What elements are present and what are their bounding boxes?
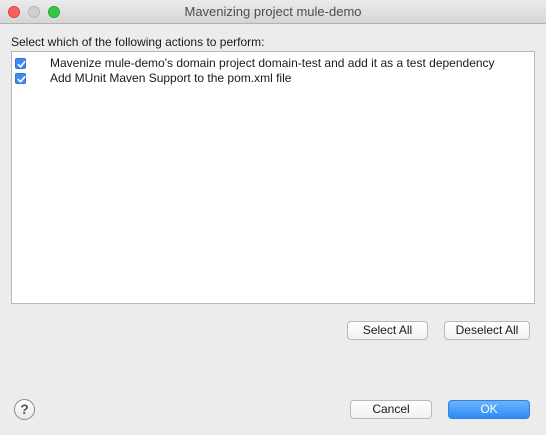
select-all-button[interactable]: Select All <box>347 321 428 340</box>
actions-list: Mavenize mule-demo's domain project doma… <box>11 51 535 304</box>
ok-button[interactable]: OK <box>448 400 530 419</box>
list-item-label: Add MUnit Maven Support to the pom.xml f… <box>50 71 292 85</box>
cancel-button[interactable]: Cancel <box>350 400 432 419</box>
checkmark-icon <box>17 60 26 68</box>
window-title: Mavenizing project mule-demo <box>184 4 362 19</box>
list-item-mavenize-domain[interactable]: Mavenize mule-demo's domain project doma… <box>15 55 495 71</box>
checkbox-mavenize-domain[interactable] <box>15 57 26 69</box>
instruction-label: Select which of the following actions to… <box>11 35 265 49</box>
list-item-munit-support[interactable]: Add MUnit Maven Support to the pom.xml f… <box>15 70 291 86</box>
checkbox-munit-support[interactable] <box>15 72 26 84</box>
help-icon[interactable]: ? <box>14 399 35 420</box>
title-bar: Mavenizing project mule-demo <box>0 0 546 24</box>
checkmark-icon <box>17 75 26 83</box>
list-item-label: Mavenize mule-demo's domain project doma… <box>50 56 495 70</box>
deselect-all-button[interactable]: Deselect All <box>444 321 530 340</box>
